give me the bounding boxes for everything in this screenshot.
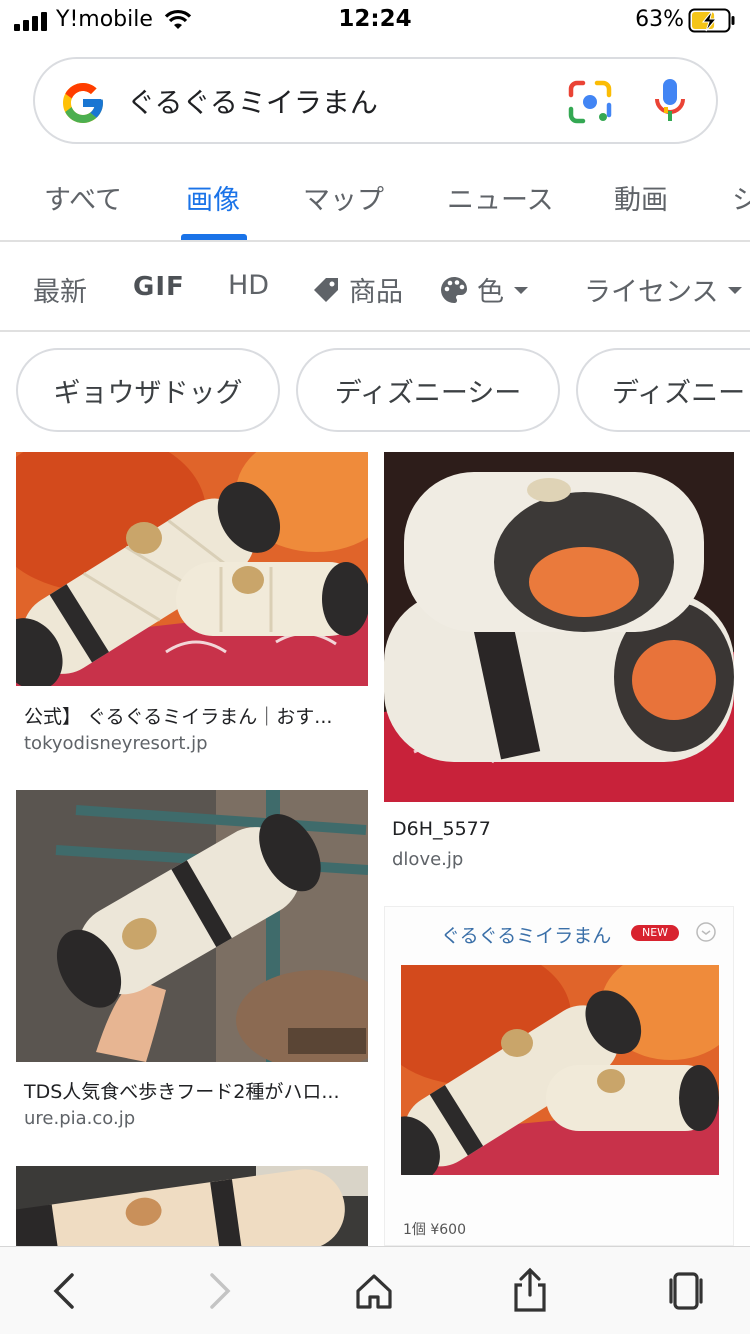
- active-tab-indicator: [181, 234, 247, 240]
- result-thumbnail[interactable]: [16, 452, 368, 686]
- forward-icon[interactable]: [206, 1271, 236, 1311]
- suggestion-chip[interactable]: ディズニーシー: [296, 348, 560, 432]
- result-title[interactable]: TDS人気食べ歩きフード2種がハロ...: [24, 1077, 340, 1104]
- filter-license[interactable]: ライセンス: [584, 270, 744, 309]
- mic-icon[interactable]: [653, 77, 687, 127]
- tab-videos[interactable]: 動画: [614, 178, 668, 217]
- related-searches: ギョウザドッグ ディズニーシー ディズニー: [0, 348, 750, 434]
- filter-product-label: 商品: [349, 277, 403, 308]
- result-thumbnail[interactable]: [384, 452, 734, 802]
- result-source: dlove.jp: [392, 849, 464, 870]
- result-thumbnail[interactable]: [16, 1166, 368, 1246]
- result-source: ure.pia.co.jp: [24, 1108, 136, 1129]
- status-bar: Y!mobile 12:24 63%: [0, 0, 750, 42]
- tab-news[interactable]: ニュース: [447, 178, 554, 217]
- filter-hd[interactable]: HD: [228, 270, 269, 301]
- image-result[interactable]: ぐるぐるミイラまん NEW 1個 ¥600: [384, 906, 734, 1246]
- embedded-new-badge: NEW: [631, 925, 679, 941]
- share-icon[interactable]: [510, 1267, 550, 1313]
- filter-product[interactable]: 商品: [311, 270, 403, 309]
- dropdown-arrow-icon: [514, 286, 528, 294]
- result-thumbnail[interactable]: ぐるぐるミイラまん NEW 1個 ¥600: [384, 906, 734, 1246]
- tabs-icon[interactable]: [664, 1271, 708, 1311]
- browser-toolbar: [0, 1246, 750, 1334]
- filter-color[interactable]: 色: [439, 270, 530, 309]
- search-input[interactable]: ぐるぐるミイラまん: [127, 81, 378, 121]
- filter-latest[interactable]: 最新: [33, 270, 87, 309]
- tab-all[interactable]: すべて: [44, 178, 122, 217]
- palette-icon: [441, 276, 467, 303]
- embedded-title: ぐるぐるミイラまん: [441, 925, 612, 947]
- filter-bar: 最新 GIF HD 商品 色 ライセンス: [0, 244, 750, 332]
- result-source: tokyodisneyresort.jp: [24, 733, 208, 754]
- menu-circle-icon: [696, 922, 716, 942]
- home-icon[interactable]: [354, 1271, 394, 1311]
- image-result[interactable]: D6H_5577 dlove.jp: [384, 452, 734, 872]
- search-box[interactable]: ぐるぐるミイラまん: [33, 57, 718, 144]
- image-result[interactable]: [16, 1166, 368, 1246]
- tag-icon: [314, 277, 338, 302]
- suggestion-chip[interactable]: ディズニー: [576, 348, 750, 432]
- dropdown-arrow-icon: [728, 286, 743, 294]
- filter-license-label: ライセンス: [584, 277, 719, 308]
- tab-maps[interactable]: マップ: [303, 178, 384, 217]
- search-tabs: すべて 画像 マップ ニュース 動画 シ: [0, 158, 750, 242]
- embedded-price: 1個 ¥600: [403, 1222, 466, 1238]
- battery-percent: 63%: [635, 7, 684, 32]
- image-result[interactable]: 公式】 ぐるぐるミイラまん｜おす... tokyodisneyresort.jp: [16, 452, 368, 762]
- filter-color-label: 色: [477, 277, 504, 308]
- battery-charging-icon: [688, 8, 735, 33]
- google-logo-icon: [63, 83, 103, 123]
- image-result[interactable]: TDS人気食べ歩きフード2種がハロ... ure.pia.co.jp: [16, 790, 368, 1130]
- google-lens-icon[interactable]: [567, 79, 613, 125]
- back-icon[interactable]: [48, 1271, 78, 1311]
- filter-gif[interactable]: GIF: [133, 272, 185, 302]
- suggestion-chip[interactable]: ギョウザドッグ: [16, 348, 280, 432]
- result-thumbnail[interactable]: [16, 790, 368, 1062]
- result-title[interactable]: 公式】 ぐるぐるミイラまん｜おす...: [24, 702, 332, 729]
- tab-images[interactable]: 画像: [186, 178, 240, 217]
- tab-more[interactable]: シ: [732, 178, 750, 217]
- result-title[interactable]: D6H_5577: [392, 818, 491, 840]
